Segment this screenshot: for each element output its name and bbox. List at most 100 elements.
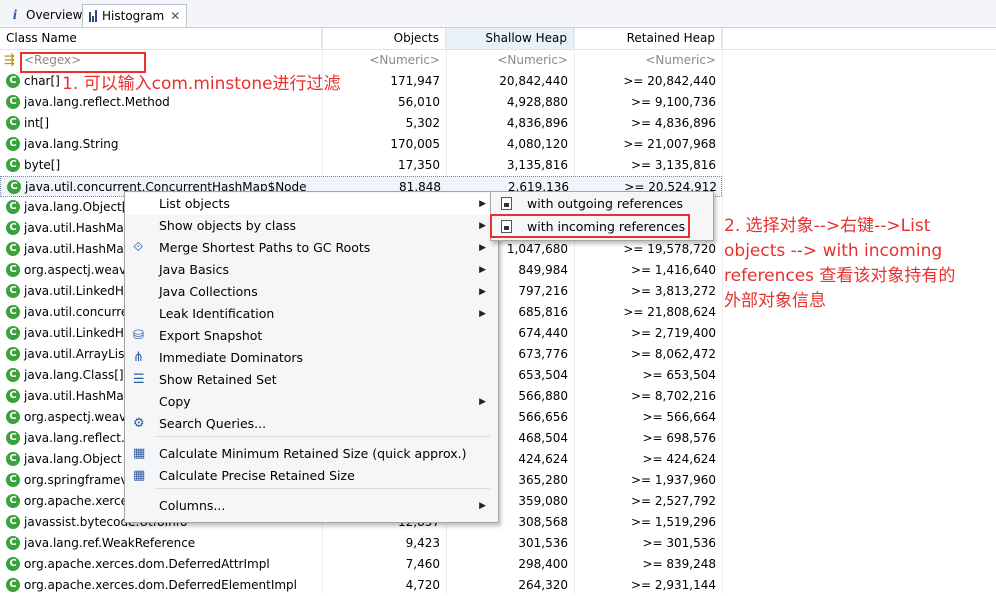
menu-item-copy[interactable]: Copy ▶	[125, 391, 496, 413]
objects-cell: 4,720	[405, 578, 440, 592]
retained-heap-cell: >= 2,527,792	[631, 494, 716, 508]
submenu-arrow-icon: ▶	[479, 243, 486, 253]
menu-item-show-retained-set[interactable]: ☰ Show Retained Set	[125, 369, 496, 391]
menu-item-java-basics[interactable]: Java Basics ▶	[125, 259, 496, 281]
retained-heap-cell: >= 566,664	[642, 410, 716, 424]
class-name-cell: java.lang.ref.WeakReference	[24, 536, 196, 550]
shallow-heap-cell: 298,400	[518, 557, 568, 571]
menu-separator	[155, 436, 490, 437]
submenu-arrow-icon: ▶	[479, 309, 486, 319]
retained-heap-cell: >= 9,100,736	[631, 95, 716, 109]
menu-item-label: Export Snapshot	[159, 328, 263, 343]
menu-item-columns[interactable]: Columns... ▶	[125, 495, 496, 517]
menu-item-calculate-minimum-retained-size-quick-approx[interactable]: ▦ Calculate Minimum Retained Size (quick …	[125, 443, 496, 465]
submenu-arrow-icon: ▶	[479, 287, 486, 297]
table-row[interactable]: Cjava.lang.String 170,005 4,080,120 >= 21,0…	[0, 134, 722, 155]
menu-item-leak-identification[interactable]: Leak Identification ▶	[125, 303, 496, 325]
context-menu: List objects ▶ Show objects by class ▶ ⟐ Merg…	[124, 191, 499, 523]
dominators-icon: ⋔	[133, 350, 144, 365]
tab-histogram[interactable]: Histogram ✕	[82, 4, 188, 27]
objects-cell: 7,460	[405, 557, 440, 571]
submenu-arrow-icon: ▶	[479, 221, 486, 231]
retained-heap-cell: >= 1,519,296	[631, 515, 716, 529]
menu-item-with-outgoing-references[interactable]: with outgoing references	[491, 193, 711, 215]
table-row[interactable]: Corg.apache.xerces.dom.DeferredAttrImpl 7…	[0, 554, 722, 575]
annotation-note-2-line1: 2. 选择对象-->右键-->List	[724, 216, 931, 236]
retained-heap-cell: >= 1,937,960	[631, 473, 716, 487]
menu-item-label: Search Queries...	[159, 416, 267, 431]
submenu-arrow-icon: ▶	[479, 265, 486, 275]
submenu-arrow-icon: ▶	[479, 397, 486, 407]
menu-item-label: Calculate Minimum Retained Size (quick a…	[159, 446, 467, 461]
retained-heap-cell: >= 3,813,272	[631, 284, 716, 298]
class-name-cell: org.apache.xerces.dom.DeferredAttrImpl	[24, 557, 270, 571]
column-retained-heap[interactable]: Retained Heap	[574, 28, 722, 49]
shallow-heap-cell: 4,080,120	[506, 137, 568, 151]
menu-item-merge-shortest-paths-to-gc-roots[interactable]: ⟐ Merge Shortest Paths to GC Roots ▶	[125, 237, 496, 259]
retained-heap-cell: >= 8,702,216	[631, 389, 716, 403]
shallow-heap-cell: 4,836,896	[506, 116, 568, 130]
menu-item-label: Show Retained Set	[159, 372, 277, 387]
shallow-heap-cell: 20,842,440	[499, 74, 568, 88]
table-row[interactable]: Cjava.lang.ref.WeakReference 9,423 301,536…	[0, 533, 722, 554]
objects-filter-input[interactable]: <Numeric>	[322, 50, 446, 71]
retained-heap-cell: >= 698,576	[642, 431, 716, 445]
calculator-icon: ▦	[133, 468, 146, 483]
column-divider	[722, 28, 723, 594]
retained-heap-cell: >= 21,007,968	[623, 137, 716, 151]
shallow-heap-cell: 4,928,880	[506, 95, 568, 109]
column-objects[interactable]: Objects	[322, 28, 446, 49]
close-icon[interactable]: ✕	[170, 9, 180, 23]
class-name-cell: org.apache.xerces.dom.DeferredElementImp…	[24, 578, 297, 592]
objects-cell: 17,350	[398, 158, 440, 172]
menu-item-show-objects-by-class[interactable]: Show objects by class ▶	[125, 215, 496, 237]
annotation-box-filter	[20, 52, 146, 73]
search-queries-icon: ⚙	[133, 416, 145, 431]
menu-item-calculate-precise-retained-size[interactable]: ▦ Calculate Precise Retained Size	[125, 465, 496, 487]
table-row[interactable]: Corg.apache.xerces.dom.DeferredElementIm…	[0, 575, 722, 596]
menu-item-label: Java Basics	[159, 262, 229, 277]
menu-item-label: Calculate Precise Retained Size	[159, 468, 355, 483]
submenu-arrow-icon: ▶	[479, 199, 486, 209]
retained-heap-cell: >= 19,578,720	[623, 242, 716, 256]
tab-overview[interactable]: i Overview	[2, 4, 89, 26]
objects-cell: 170,005	[390, 137, 440, 151]
column-class-name[interactable]: Class Name	[0, 28, 322, 49]
retained-heap-cell: >= 1,416,640	[631, 263, 716, 277]
column-shallow-heap[interactable]: Shallow Heap	[446, 28, 574, 49]
menu-item-list-objects[interactable]: List objects ▶	[125, 193, 496, 215]
submenu-arrow-icon: ▶	[479, 501, 486, 511]
retained-heap-cell: >= 21,808,624	[623, 305, 716, 319]
document-icon	[501, 197, 512, 210]
retained-heap-cell: >= 8,062,472	[631, 347, 716, 361]
retained-heap-cell: >= 301,536	[642, 536, 716, 550]
objects-cell: 5,302	[405, 116, 440, 130]
annotation-note-2-line2: objects --> with incoming	[724, 241, 943, 261]
menu-item-immediate-dominators[interactable]: ⋔ Immediate Dominators	[125, 347, 496, 369]
retained-heap-cell: >= 839,248	[642, 557, 716, 571]
shallow-heap-cell: 301,536	[518, 536, 568, 550]
info-icon: i	[12, 8, 18, 22]
objects-cell: 171,947	[390, 74, 440, 88]
annotation-note-2-line3: references 查看该对象持有的	[724, 266, 956, 286]
retained-heap-cell: >= 424,624	[642, 452, 716, 466]
retained-heap-cell: >= 4,836,896	[631, 116, 716, 130]
menu-item-label: Immediate Dominators	[159, 350, 304, 365]
shallow-filter-input[interactable]: <Numeric>	[446, 50, 574, 71]
menu-item-java-collections[interactable]: Java Collections ▶	[125, 281, 496, 303]
retained-heap-cell: >= 3,135,816	[631, 158, 716, 172]
table-header: Class Name Objects Shallow Heap Retained…	[0, 28, 996, 50]
table-row[interactable]: Cint[] 5,302 4,836,896 >= 4,836,896	[0, 113, 722, 134]
retained-heap-cell: >= 2,931,144	[631, 578, 716, 592]
tab-histogram-label: Histogram	[102, 9, 165, 23]
merge-paths-icon: ⟐	[133, 240, 144, 255]
menu-item-search-queries[interactable]: ⚙ Search Queries...	[125, 413, 496, 435]
database-icon: ⛁	[133, 328, 144, 343]
menu-item-label: Copy	[159, 394, 191, 409]
menu-item-export-snapshot[interactable]: ⛁ Export Snapshot	[125, 325, 496, 347]
table-row[interactable]: Cbyte[] 17,350 3,135,816 >= 3,135,816	[0, 155, 722, 176]
calculator-icon: ▦	[133, 446, 146, 461]
class-name-cell: java.lang.String	[24, 137, 119, 151]
retained-filter-input[interactable]: <Numeric>	[574, 50, 722, 71]
menu-item-label: with outgoing references	[527, 196, 684, 211]
